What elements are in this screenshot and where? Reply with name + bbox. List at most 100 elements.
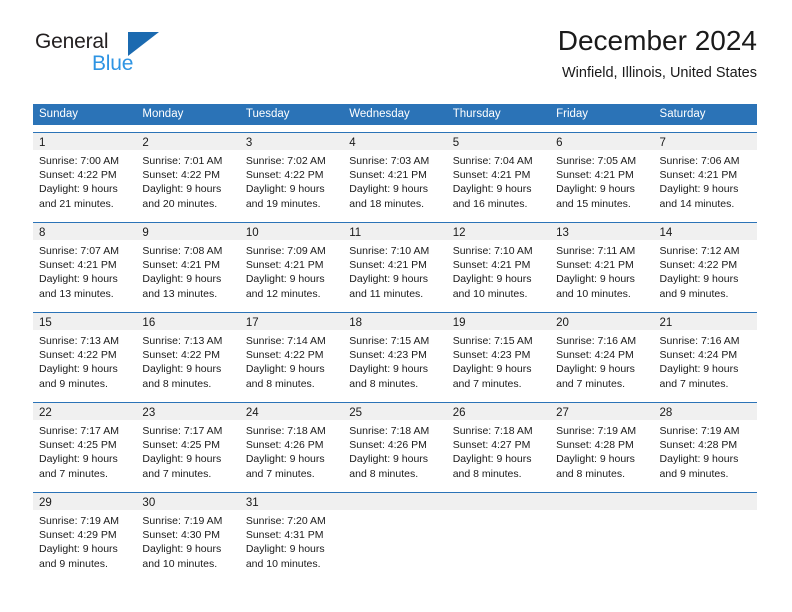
weekday-header-friday: Friday bbox=[556, 108, 589, 120]
day-number-band: 20 bbox=[550, 313, 654, 330]
sunset-text: Sunset: 4:21 PM bbox=[349, 169, 427, 182]
daylight-text-line1: Daylight: 9 hours bbox=[39, 183, 118, 196]
day-number-band: 27 bbox=[550, 403, 654, 420]
generalblue-logo[interactable]: General Blue bbox=[33, 30, 223, 90]
day-cell[interactable]: 3 Sunrise: 7:02 AM Sunset: 4:22 PM Dayli… bbox=[239, 133, 344, 215]
sunset-text: Sunset: 4:24 PM bbox=[659, 349, 738, 362]
day-cell[interactable]: 18 Sunrise: 7:15 AM Sunset: 4:23 PM Dayl… bbox=[343, 313, 447, 395]
day-cell[interactable]: 29 Sunrise: 7:19 AM Sunset: 4:29 PM Dayl… bbox=[33, 493, 137, 575]
day-cell[interactable]: 28 Sunrise: 7:19 AM Sunset: 4:28 PM Dayl… bbox=[653, 403, 757, 485]
day-cell[interactable]: 12 Sunrise: 7:10 AM Sunset: 4:21 PM Dayl… bbox=[446, 223, 551, 305]
day-number: 5 bbox=[452, 137, 460, 149]
day-cell[interactable]: 17 Sunrise: 7:14 AM Sunset: 4:22 PM Dayl… bbox=[239, 313, 344, 395]
sunset-text: Sunset: 4:21 PM bbox=[245, 259, 324, 272]
day-cell[interactable]: 2 Sunrise: 7:01 AM Sunset: 4:22 PM Dayli… bbox=[136, 133, 240, 215]
day-details: Sunrise: 7:08 AM Sunset: 4:21 PM Dayligh… bbox=[136, 240, 239, 305]
day-cell[interactable]: 13 Sunrise: 7:11 AM Sunset: 4:21 PM Dayl… bbox=[550, 223, 654, 305]
daylight-text-line2: and 8 minutes. bbox=[349, 467, 419, 480]
day-cell[interactable]: 22 Sunrise: 7:17 AM Sunset: 4:25 PM Dayl… bbox=[33, 403, 137, 485]
day-cell[interactable]: 25 Sunrise: 7:18 AM Sunset: 4:26 PM Dayl… bbox=[343, 403, 447, 485]
day-number-band: 30 bbox=[136, 493, 240, 510]
sunset-text: Sunset: 4:22 PM bbox=[245, 169, 324, 182]
day-cell[interactable]: 24 Sunrise: 7:18 AM Sunset: 4:26 PM Dayl… bbox=[239, 403, 344, 485]
day-number: 4 bbox=[349, 137, 356, 149]
day-cell[interactable]: 1 Sunrise: 7:00 AM Sunset: 4:22 PM Dayli… bbox=[33, 133, 137, 215]
day-details: Sunrise: 7:03 AM Sunset: 4:21 PM Dayligh… bbox=[343, 150, 446, 215]
daylight-text-line1: Daylight: 9 hours bbox=[245, 543, 325, 556]
week-row: 1 Sunrise: 7:00 AM Sunset: 4:22 PM Dayli… bbox=[33, 132, 757, 215]
page-title: December 2024 bbox=[557, 25, 757, 56]
sunrise-text: Sunrise: 7:16 AM bbox=[659, 335, 740, 347]
week-row: 22 Sunrise: 7:17 AM Sunset: 4:25 PM Dayl… bbox=[33, 402, 757, 485]
day-cell[interactable]: 16 Sunrise: 7:13 AM Sunset: 4:22 PM Dayl… bbox=[136, 313, 240, 395]
daylight-text-line2: and 11 minutes. bbox=[349, 287, 424, 300]
daylight-text-line2: and 7 minutes. bbox=[659, 377, 729, 390]
day-cell[interactable]: 23 Sunrise: 7:17 AM Sunset: 4:25 PM Dayl… bbox=[136, 403, 240, 485]
day-number-band bbox=[653, 493, 757, 510]
day-number: 13 bbox=[556, 227, 569, 239]
day-cell[interactable]: 19 Sunrise: 7:15 AM Sunset: 4:23 PM Dayl… bbox=[446, 313, 551, 395]
day-number-band: 13 bbox=[550, 223, 654, 240]
daylight-text-line2: and 9 minutes. bbox=[659, 287, 729, 300]
daylight-text-line2: and 7 minutes. bbox=[39, 467, 108, 480]
daylight-text-line2: and 8 minutes. bbox=[349, 377, 419, 390]
daylight-text-line2: and 10 minutes. bbox=[245, 557, 321, 570]
daylight-text-line1: Daylight: 9 hours bbox=[245, 183, 325, 196]
day-cell[interactable]: 15 Sunrise: 7:13 AM Sunset: 4:22 PM Dayl… bbox=[33, 313, 137, 395]
sunrise-text: Sunrise: 7:14 AM bbox=[245, 335, 326, 347]
day-cell[interactable]: 11 Sunrise: 7:10 AM Sunset: 4:21 PM Dayl… bbox=[343, 223, 447, 305]
day-cell[interactable]: 7 Sunrise: 7:06 AM Sunset: 4:21 PM Dayli… bbox=[653, 133, 757, 215]
sunrise-text: Sunrise: 7:04 AM bbox=[452, 155, 533, 167]
sunrise-text: Sunrise: 7:01 AM bbox=[142, 155, 223, 167]
daylight-text-line2: and 9 minutes. bbox=[39, 557, 108, 570]
daylight-text-line1: Daylight: 9 hours bbox=[349, 453, 429, 466]
weekday-header-row: Sunday Monday Tuesday Wednesday Thursday… bbox=[33, 104, 757, 125]
sunrise-text: Sunrise: 7:13 AM bbox=[142, 335, 223, 347]
day-number-band bbox=[343, 493, 447, 510]
day-details: Sunrise: 7:19 AM Sunset: 4:30 PM Dayligh… bbox=[136, 510, 239, 575]
day-number: 18 bbox=[349, 317, 363, 329]
daylight-text-line1: Daylight: 9 hours bbox=[39, 363, 118, 376]
day-number-band: 3 bbox=[239, 133, 344, 150]
sunset-text: Sunset: 4:21 PM bbox=[142, 259, 221, 272]
sunrise-text: Sunrise: 7:07 AM bbox=[39, 245, 119, 257]
day-cell[interactable]: 20 Sunrise: 7:16 AM Sunset: 4:24 PM Dayl… bbox=[550, 313, 654, 395]
daylight-text-line1: Daylight: 9 hours bbox=[349, 363, 429, 376]
day-number: 27 bbox=[556, 407, 569, 419]
daylight-text-line2: and 8 minutes. bbox=[452, 467, 522, 480]
day-number-band: 7 bbox=[653, 133, 757, 150]
daylight-text-line1: Daylight: 9 hours bbox=[349, 273, 429, 286]
sunrise-text: Sunrise: 7:08 AM bbox=[142, 245, 223, 257]
day-details: Sunrise: 7:00 AM Sunset: 4:22 PM Dayligh… bbox=[33, 150, 136, 215]
day-cell[interactable]: 6 Sunrise: 7:05 AM Sunset: 4:21 PM Dayli… bbox=[550, 133, 654, 215]
daylight-text-line2: and 7 minutes. bbox=[556, 377, 625, 390]
day-cell[interactable]: 30 Sunrise: 7:19 AM Sunset: 4:30 PM Dayl… bbox=[136, 493, 240, 575]
sunrise-text: Sunrise: 7:19 AM bbox=[556, 425, 637, 437]
day-cell[interactable]: 26 Sunrise: 7:18 AM Sunset: 4:27 PM Dayl… bbox=[446, 403, 551, 485]
day-cell[interactable]: 10 Sunrise: 7:09 AM Sunset: 4:21 PM Dayl… bbox=[239, 223, 344, 305]
day-cell[interactable]: 27 Sunrise: 7:19 AM Sunset: 4:28 PM Dayl… bbox=[550, 403, 654, 485]
day-number: 9 bbox=[142, 227, 149, 239]
day-cell[interactable]: 4 Sunrise: 7:03 AM Sunset: 4:21 PM Dayli… bbox=[343, 133, 447, 215]
day-cell[interactable]: 21 Sunrise: 7:16 AM Sunset: 4:24 PM Dayl… bbox=[653, 313, 757, 395]
day-cell[interactable]: 9 Sunrise: 7:08 AM Sunset: 4:21 PM Dayli… bbox=[136, 223, 240, 305]
page-header: General Blue December 2024 Winfield, Ill… bbox=[33, 24, 757, 96]
sunrise-text: Sunrise: 7:11 AM bbox=[556, 245, 636, 257]
day-cell[interactable]: 8 Sunrise: 7:07 AM Sunset: 4:21 PM Dayli… bbox=[33, 223, 137, 305]
sunrise-text: Sunrise: 7:10 AM bbox=[452, 245, 533, 257]
day-number: 6 bbox=[556, 137, 563, 149]
day-cell[interactable]: 5 Sunrise: 7:04 AM Sunset: 4:21 PM Dayli… bbox=[446, 133, 551, 215]
weekday-header-saturday: Saturday bbox=[659, 108, 706, 120]
day-cell[interactable]: 14 Sunrise: 7:12 AM Sunset: 4:22 PM Dayl… bbox=[653, 223, 757, 305]
daylight-text-line1: Daylight: 9 hours bbox=[245, 453, 325, 466]
day-cell[interactable]: 31 Sunrise: 7:20 AM Sunset: 4:31 PM Dayl… bbox=[239, 493, 344, 575]
day-number-band bbox=[550, 493, 654, 510]
daylight-text-line2: and 21 minutes. bbox=[39, 197, 114, 210]
day-cell-empty bbox=[343, 493, 447, 575]
daylight-text-line1: Daylight: 9 hours bbox=[556, 363, 635, 376]
day-details: Sunrise: 7:11 AM Sunset: 4:21 PM Dayligh… bbox=[550, 240, 653, 305]
day-number-band: 23 bbox=[136, 403, 240, 420]
daylight-text-line1: Daylight: 9 hours bbox=[39, 453, 118, 466]
day-details: Sunrise: 7:10 AM Sunset: 4:21 PM Dayligh… bbox=[447, 240, 550, 305]
sunrise-text: Sunrise: 7:05 AM bbox=[556, 155, 637, 167]
